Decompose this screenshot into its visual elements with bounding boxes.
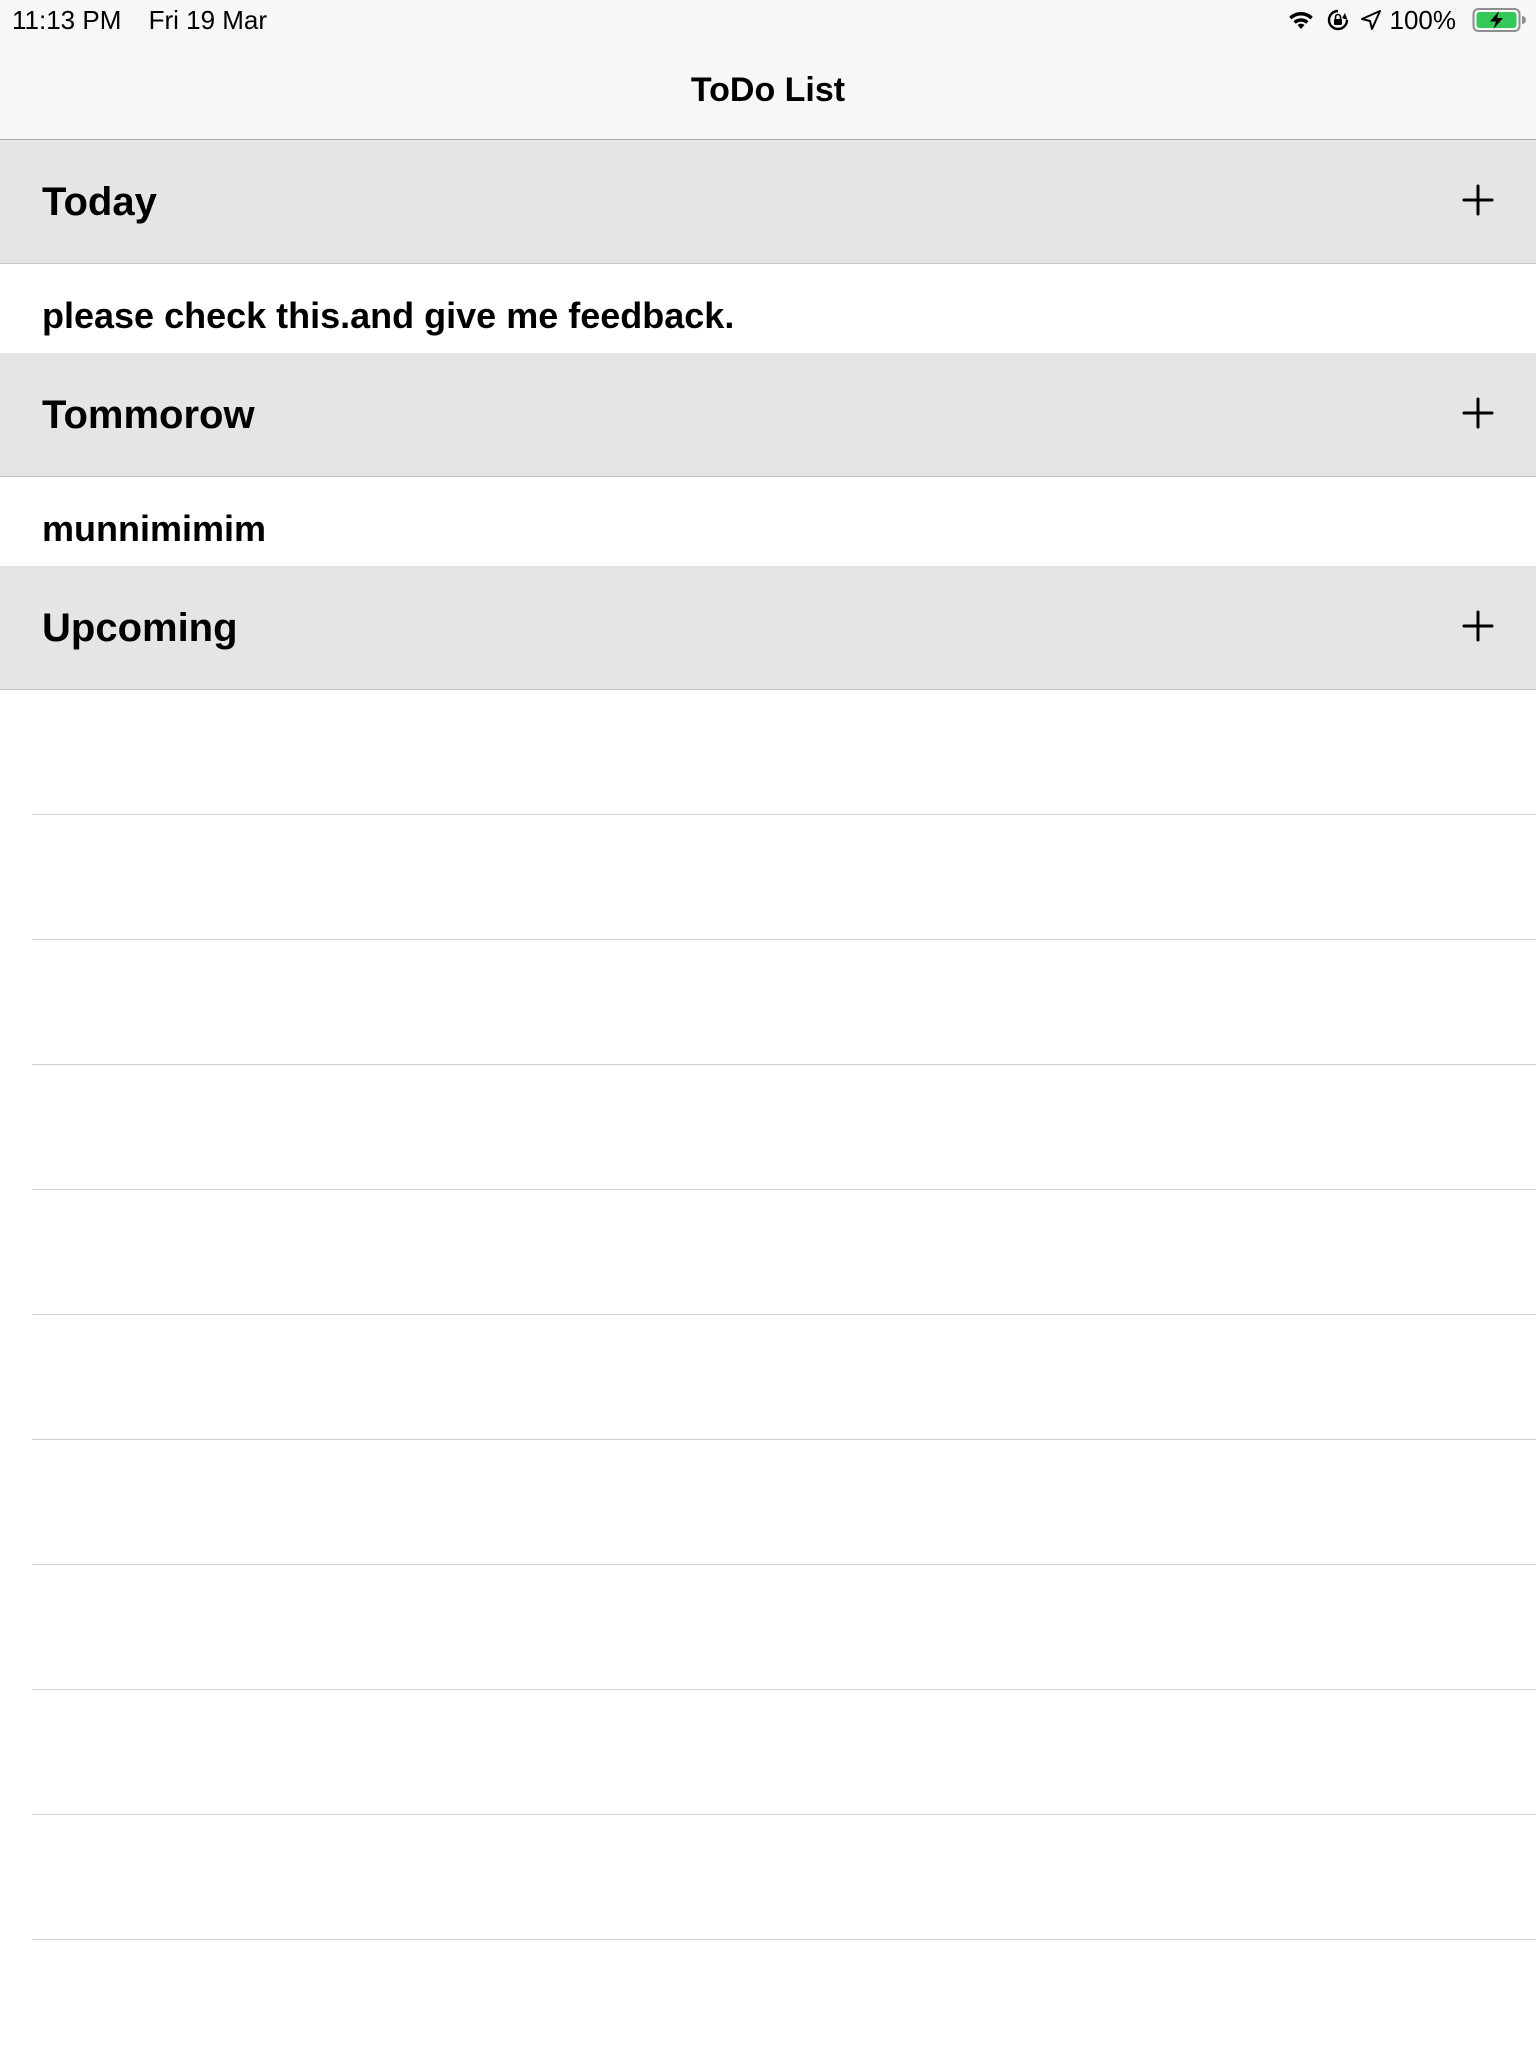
battery-charging-icon <box>1472 7 1526 33</box>
empty-row <box>32 1815 1536 1940</box>
location-icon <box>1360 9 1382 31</box>
empty-row <box>32 1190 1536 1315</box>
task-text: please check this.and give me feedback. <box>42 295 735 336</box>
empty-row <box>32 940 1536 1065</box>
plus-icon <box>1462 610 1494 647</box>
empty-row <box>32 690 1536 815</box>
add-task-button-upcoming[interactable] <box>1454 604 1502 652</box>
section-title: Upcoming <box>42 606 238 650</box>
wifi-icon <box>1286 8 1316 32</box>
section-header-tomorrow: Tommorow <box>0 353 1536 477</box>
list-item[interactable]: please check this.and give me feedback. <box>0 265 1536 353</box>
section-title: Tommorow <box>42 393 255 437</box>
plus-icon <box>1462 397 1494 434</box>
empty-row <box>32 1315 1536 1440</box>
status-time: 11:13 PM <box>12 5 122 35</box>
status-bar-right: 100% <box>1276 4 1526 36</box>
empty-row <box>32 1065 1536 1190</box>
status-bar-left: 11:13 PM Fri 19 Mar <box>12 4 267 36</box>
top-bar: 11:13 PM Fri 19 Mar 100% ToDo List <box>0 0 1536 140</box>
section-header-today: Today <box>0 140 1536 264</box>
task-text: munnimimim <box>42 508 267 549</box>
list-item[interactable]: munnimimim <box>0 478 1536 566</box>
add-task-button-tomorrow[interactable] <box>1454 391 1502 439</box>
page-title: ToDo List <box>690 71 846 109</box>
section-header-upcoming: Upcoming <box>0 566 1536 690</box>
add-task-button-today[interactable] <box>1454 178 1502 226</box>
status-date: Fri 19 Mar <box>148 5 268 35</box>
plus-icon <box>1462 184 1494 221</box>
empty-row <box>32 815 1536 940</box>
battery-percent: 100% <box>1389 4 1457 35</box>
empty-row <box>32 1440 1536 1565</box>
section-title: Today <box>42 180 157 224</box>
empty-row <box>32 1690 1536 1815</box>
orientation-lock-icon <box>1326 8 1350 32</box>
empty-row <box>32 1565 1536 1690</box>
